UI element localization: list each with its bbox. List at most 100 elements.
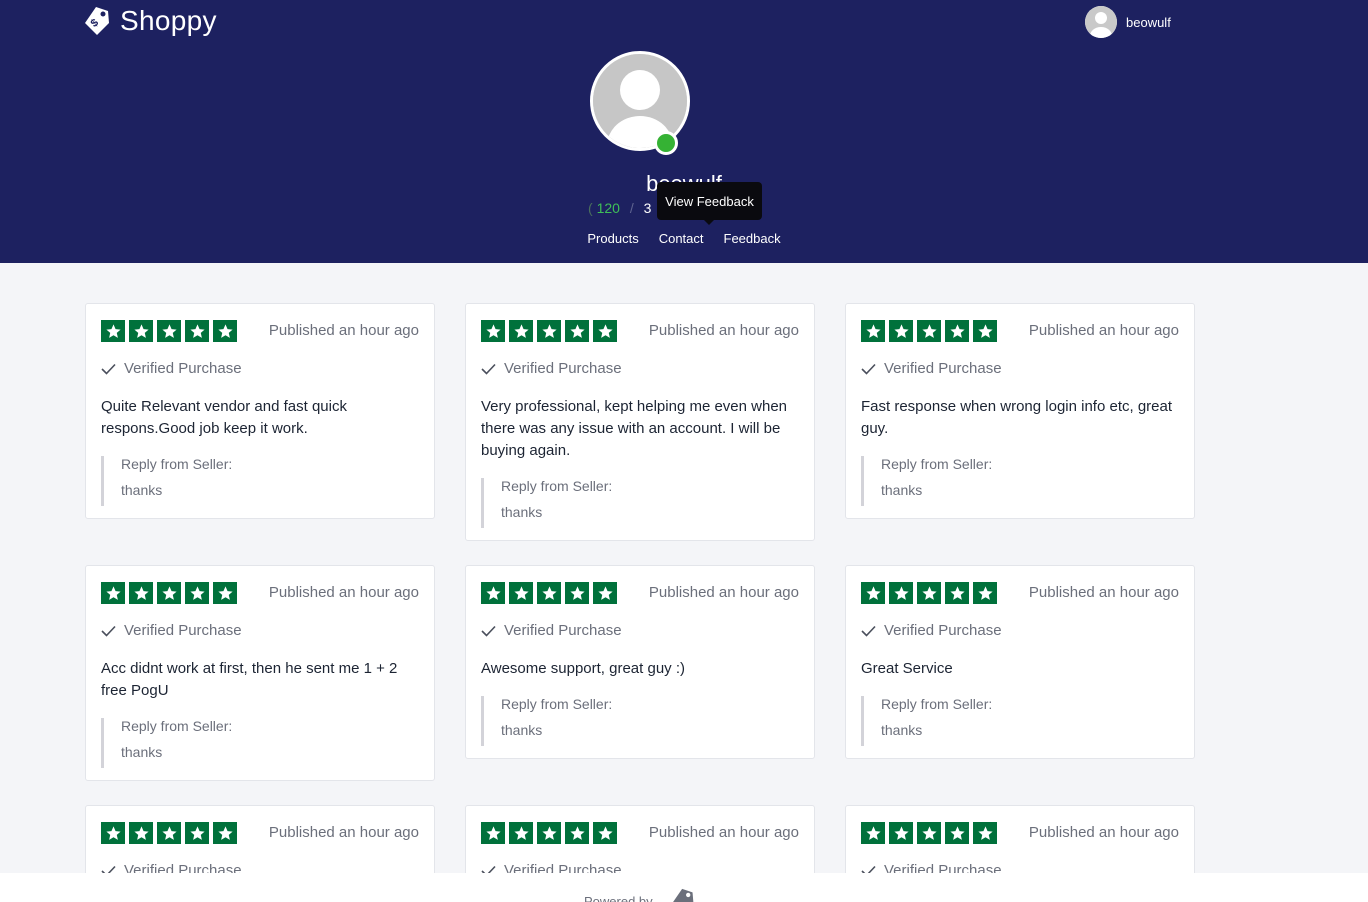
verified-label: Verified Purchase <box>504 360 622 377</box>
reply-text: thanks <box>121 482 163 498</box>
online-status-indicator <box>654 131 678 155</box>
star-icon <box>861 822 885 844</box>
reply-title: Reply from Seller: <box>121 456 233 472</box>
reply-text: thanks <box>501 504 543 520</box>
seller-reply: Reply from Seller: thanks <box>481 696 799 746</box>
check-icon <box>101 625 116 637</box>
published-time: Published an hour ago <box>268 584 419 601</box>
reply-title: Reply from Seller: <box>881 696 993 712</box>
profile-nav: Products Contact Feedback <box>0 231 1368 246</box>
published-time: Published an hour ago <box>648 584 799 601</box>
user-menu-name: beowulf <box>1126 14 1171 30</box>
published-time: Published an hour ago <box>1028 322 1179 339</box>
verified-purchase: Verified Purchase <box>861 622 1002 639</box>
verified-label: Verified Purchase <box>124 622 242 639</box>
star-icon <box>593 320 617 342</box>
nav-products[interactable]: Products <box>587 231 638 246</box>
star-icon <box>213 822 237 844</box>
verified-label: Verified Purchase <box>124 360 242 377</box>
review-card: Published an hour ago Verified Purchase Ac… <box>85 565 435 781</box>
check-icon <box>101 363 116 375</box>
published-time: Published an hour ago <box>268 824 419 841</box>
star-icon <box>889 582 913 604</box>
star-icon <box>185 320 209 342</box>
check-icon <box>481 625 496 637</box>
reply-text: thanks <box>881 722 923 738</box>
star-icon <box>593 822 617 844</box>
star-icon <box>129 582 153 604</box>
check-icon <box>861 363 876 375</box>
star-icon <box>537 582 561 604</box>
brand-name: Shoppy <box>120 5 217 36</box>
review-text: Fast response when wrong login info etc,… <box>861 398 1173 437</box>
user-menu[interactable]: beowulf <box>1085 6 1171 38</box>
default-user-icon <box>1085 6 1117 38</box>
star-icon <box>213 320 237 342</box>
star-icon <box>973 822 997 844</box>
star-icon <box>509 582 533 604</box>
rating-stars <box>481 822 617 844</box>
star-icon <box>973 320 997 342</box>
rating-stars <box>861 320 997 342</box>
footer: Powered by <box>0 873 1368 902</box>
reply-title: Reply from Seller: <box>501 696 613 712</box>
star-icon <box>917 822 941 844</box>
verified-purchase: Verified Purchase <box>481 360 622 377</box>
nav-feedback[interactable]: Feedback <box>724 231 781 246</box>
rating-stars <box>861 582 997 604</box>
brand-logo-link[interactable]: $ Shoppy <box>84 5 217 37</box>
star-icon <box>157 822 181 844</box>
review-text: Awesome support, great guy :) <box>481 660 685 677</box>
seller-reply: Reply from Seller: thanks <box>481 478 799 528</box>
star-icon <box>509 822 533 844</box>
star-icon <box>889 822 913 844</box>
review-text: Quite Relevant vendor and fast quick res… <box>101 398 347 437</box>
star-icon <box>481 320 505 342</box>
rating-stars <box>101 582 237 604</box>
star-icon <box>481 822 505 844</box>
seller-reply: Reply from Seller: thanks <box>861 696 1179 746</box>
rating-stars <box>101 320 237 342</box>
star-icon <box>157 582 181 604</box>
seller-reply: Reply from Seller: thanks <box>101 718 419 768</box>
verified-purchase: Verified Purchase <box>101 622 242 639</box>
verified-purchase: Verified Purchase <box>861 360 1002 377</box>
star-icon <box>101 320 125 342</box>
rating-stars <box>861 822 997 844</box>
verified-label: Verified Purchase <box>884 360 1002 377</box>
star-icon <box>861 582 885 604</box>
feedback-counts[interactable]: ( 120 / 3 <box>588 200 651 216</box>
reply-text: thanks <box>121 744 163 760</box>
review-text: Great Service <box>861 660 953 677</box>
verified-purchase: Verified Purchase <box>481 622 622 639</box>
user-avatar <box>1085 6 1117 38</box>
verified-label: Verified Purchase <box>504 622 622 639</box>
star-icon <box>973 582 997 604</box>
verified-purchase: Verified Purchase <box>101 360 242 377</box>
star-icon <box>509 320 533 342</box>
star-icon <box>917 320 941 342</box>
verified-label: Verified Purchase <box>884 622 1002 639</box>
review-card: Published an hour ago Verified Purchase Fa… <box>845 303 1195 519</box>
published-time: Published an hour ago <box>648 824 799 841</box>
star-icon <box>565 582 589 604</box>
rating-stars <box>481 582 617 604</box>
feedback-open-paren: ( <box>588 200 593 216</box>
seller-reply: Reply from Seller: thanks <box>861 456 1179 506</box>
neutral-feedback-count: 3 <box>643 200 652 216</box>
star-icon <box>565 320 589 342</box>
check-icon <box>861 625 876 637</box>
reply-title: Reply from Seller: <box>501 478 613 494</box>
rating-stars <box>481 320 617 342</box>
star-icon <box>129 320 153 342</box>
review-card: Published an hour ago Verified Purchase Ve… <box>465 303 815 541</box>
star-icon <box>565 822 589 844</box>
rating-stars <box>101 822 237 844</box>
star-icon <box>861 320 885 342</box>
nav-contact[interactable]: Contact <box>659 231 704 246</box>
star-icon <box>593 582 617 604</box>
star-icon <box>945 582 969 604</box>
powered-by-text: Powered by <box>584 894 653 902</box>
review-card: Published an hour ago Verified Purchase Qu… <box>85 303 435 519</box>
check-icon <box>481 363 496 375</box>
